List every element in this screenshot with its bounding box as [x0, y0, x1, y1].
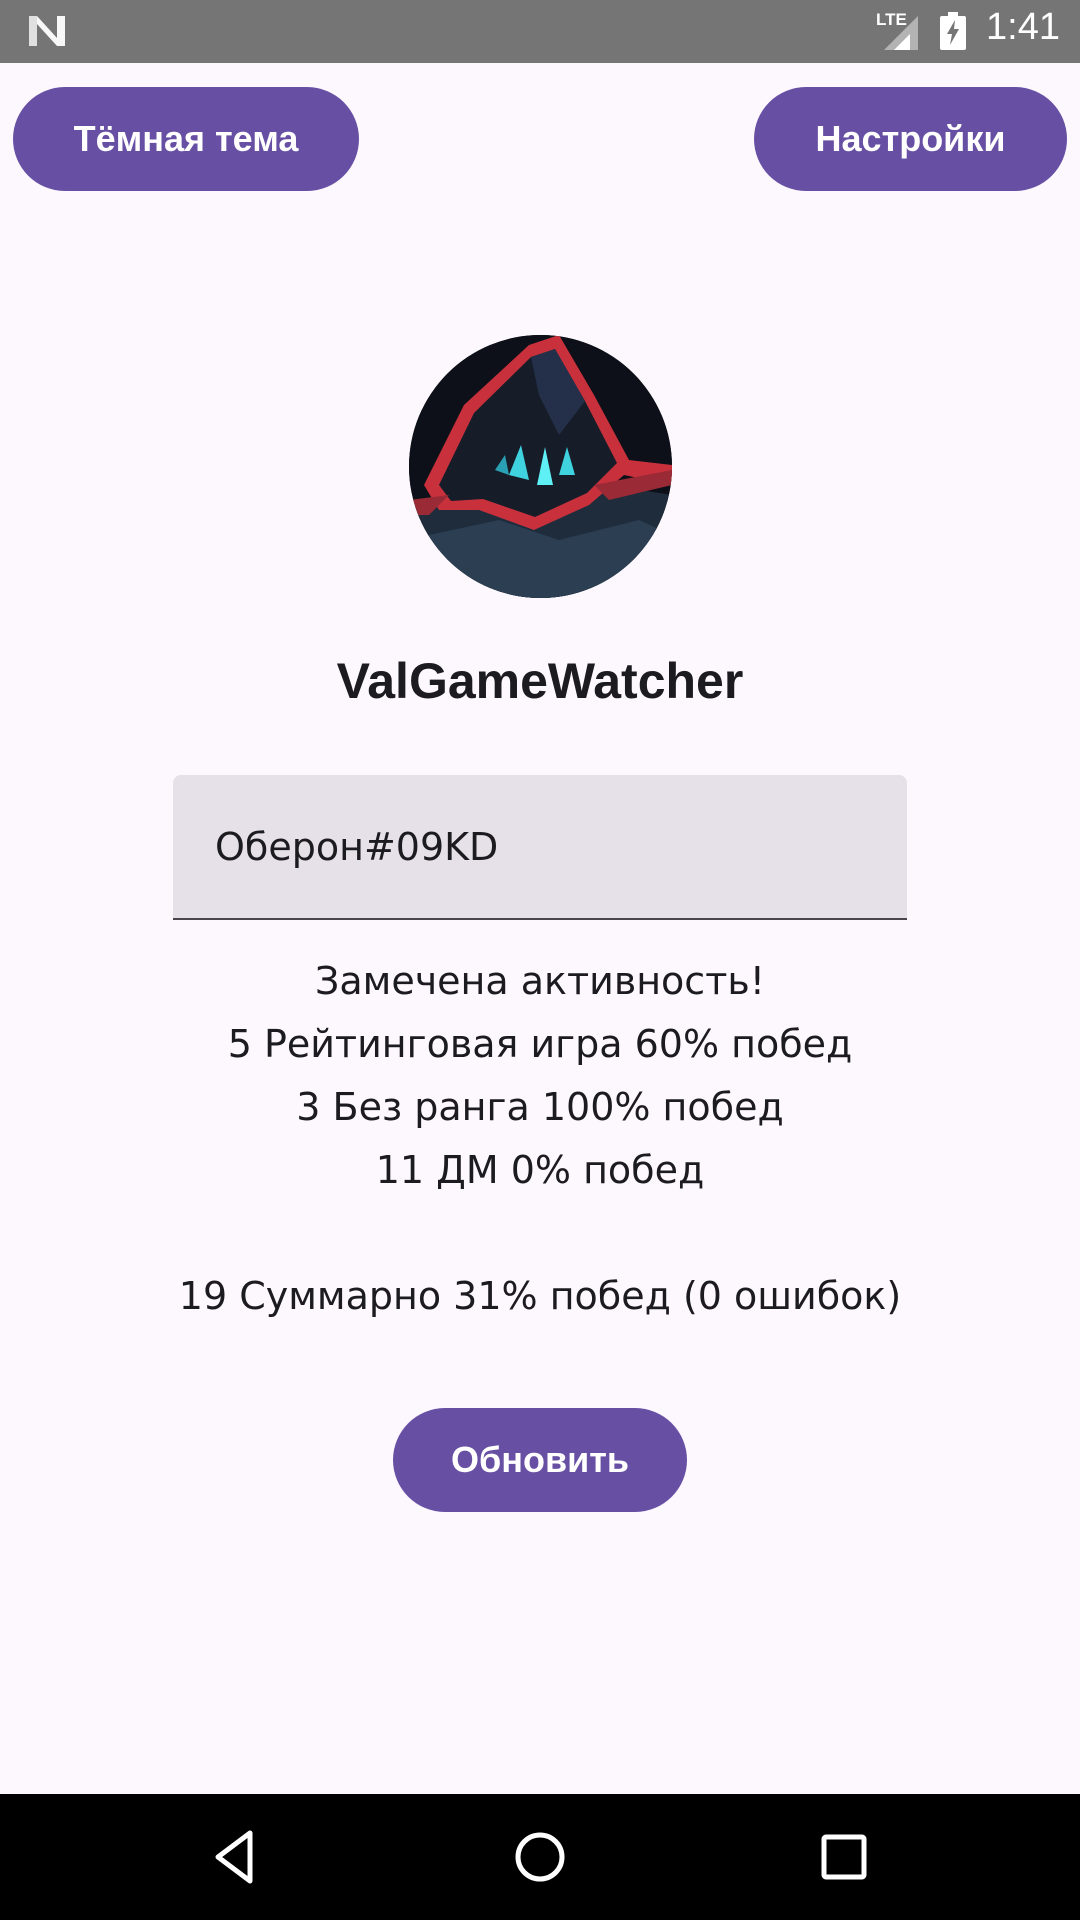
total-stats-text: 19 Суммарно 31% побед (0 ошибок) [178, 1274, 902, 1318]
home-icon[interactable] [510, 1827, 570, 1887]
navigation-bar [0, 1794, 1080, 1920]
riot-id-input[interactable] [215, 819, 855, 875]
app-title: ValGameWatcher [336, 653, 744, 709]
n-logo-icon [29, 16, 65, 46]
stats-block: Замечена активность! 5 Рейтинговая игра … [0, 950, 1080, 1328]
battery-charging-icon [940, 12, 966, 50]
status-bar: LTE 1:41 [0, 0, 1080, 63]
back-icon[interactable] [206, 1827, 266, 1887]
deathmatch-stats-text: 11 ДМ 0% побед [375, 1148, 705, 1192]
settings-button[interactable]: Настройки [754, 87, 1067, 191]
riot-id-field[interactable] [173, 775, 907, 920]
status-time: 1:41 [986, 6, 1060, 48]
stats-spacer [0, 1202, 1080, 1265]
refresh-button[interactable]: Обновить [393, 1408, 687, 1512]
ranked-stats-text: 5 Рейтинговая игра 60% побед [227, 1022, 853, 1066]
activity-status-text: Замечена активность! [315, 959, 765, 1003]
recents-icon[interactable] [814, 1827, 874, 1887]
hooded-figure-avatar-icon [409, 335, 672, 598]
dark-theme-button[interactable]: Тёмная тема [13, 87, 359, 191]
signal-icon [884, 16, 918, 50]
unrated-stats-text: 3 Без ранга 100% побед [296, 1085, 784, 1129]
avatar [409, 335, 672, 598]
